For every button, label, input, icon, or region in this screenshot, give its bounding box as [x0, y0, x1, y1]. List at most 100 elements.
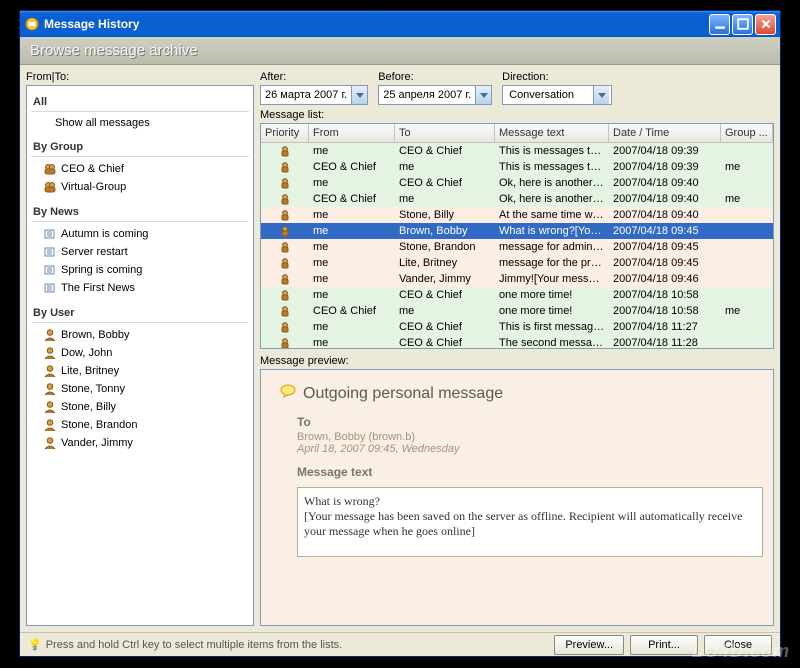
after-label: After:: [260, 71, 368, 83]
priority-icon: [261, 273, 309, 285]
user-icon: [43, 364, 57, 378]
titlebar[interactable]: Message History: [20, 11, 780, 37]
by-news-section: By News: [31, 202, 249, 222]
user-icon: [43, 400, 57, 414]
preview-pane: Outgoing personal message To Brown, Bobb…: [260, 369, 774, 626]
all-section[interactable]: All: [31, 92, 249, 112]
direction-label: Direction:: [502, 71, 612, 83]
from-to-tree[interactable]: All Show all messages By Group CEO & Chi…: [26, 85, 254, 626]
message-icon: [279, 382, 297, 405]
col-datetime[interactable]: Date / Time: [609, 124, 721, 142]
close-button[interactable]: [755, 14, 776, 35]
news-item[interactable]: Autumn is coming: [31, 225, 249, 243]
news-item[interactable]: The First News: [31, 279, 249, 297]
priority-icon: [261, 225, 309, 237]
news-item[interactable]: Spring is coming: [31, 261, 249, 279]
chevron-down-icon[interactable]: [351, 86, 367, 104]
priority-icon: [261, 193, 309, 205]
chevron-down-icon[interactable]: [593, 86, 609, 104]
user-icon: [43, 436, 57, 450]
priority-icon: [261, 289, 309, 301]
col-to[interactable]: To: [395, 124, 495, 142]
news-icon: [43, 227, 57, 241]
news-icon: [43, 245, 57, 259]
priority-icon: [261, 257, 309, 269]
user-item[interactable]: Stone, Brandon: [31, 416, 249, 434]
table-row[interactable]: CEO & Chiefmeone more time!2007/04/18 10…: [261, 303, 773, 319]
preview-label: Message preview:: [260, 355, 774, 367]
page-banner: Browse message archive: [20, 37, 780, 65]
col-from[interactable]: From: [309, 124, 395, 142]
table-row[interactable]: meCEO & ChiefThis is first message on gr…: [261, 319, 773, 335]
priority-icon: [261, 321, 309, 333]
priority-icon: [261, 209, 309, 221]
user-item[interactable]: Vander, Jimmy: [31, 434, 249, 452]
preview-body[interactable]: [297, 487, 763, 557]
col-group[interactable]: Group ...: [721, 124, 773, 142]
message-history-window: Message History Browse message archive F…: [19, 10, 781, 657]
preview-text-label: Message text: [297, 465, 755, 479]
table-row[interactable]: meCEO & ChiefOk, here is another text to…: [261, 175, 773, 191]
statusbar: 💡 Press and hold Ctrl key to select mult…: [20, 632, 780, 656]
user-item[interactable]: Stone, Billy: [31, 398, 249, 416]
table-row[interactable]: meLite, Britneymessage for the pretty gi…: [261, 255, 773, 271]
group-icon: [43, 162, 57, 176]
window-title: Message History: [44, 17, 709, 31]
preview-date: April 18, 2007 09:45, Wednesday: [297, 443, 755, 455]
grid-header[interactable]: Priority From To Message text Date / Tim…: [261, 124, 773, 143]
user-icon: [43, 346, 57, 360]
close-dialog-button[interactable]: Close: [704, 635, 772, 655]
right-panel: After: 26 марта 2007 г. Before: 25 апрел…: [260, 71, 774, 626]
user-item[interactable]: Brown, Bobby: [31, 326, 249, 344]
preview-button[interactable]: Preview...: [554, 635, 624, 655]
before-date-picker[interactable]: 25 апреля 2007 г.: [378, 85, 492, 105]
priority-icon: [261, 161, 309, 173]
preview-title: Outgoing personal message: [279, 382, 755, 405]
direction-select[interactable]: Conversation: [502, 85, 612, 105]
group-item[interactable]: Virtual-Group: [31, 178, 249, 196]
maximize-button[interactable]: [732, 14, 753, 35]
news-icon: [43, 281, 57, 295]
by-group-section: By Group: [31, 137, 249, 157]
status-tip: 💡 Press and hold Ctrl key to select mult…: [28, 638, 548, 651]
col-message[interactable]: Message text: [495, 124, 609, 142]
preview-to-label: To: [297, 415, 755, 429]
user-icon: [43, 382, 57, 396]
col-priority[interactable]: Priority: [261, 124, 309, 142]
group-item[interactable]: CEO & Chief: [31, 160, 249, 178]
table-row[interactable]: meCEO & ChiefThe second message. The pre…: [261, 335, 773, 349]
minimize-button[interactable]: [709, 14, 730, 35]
chevron-down-icon[interactable]: [475, 86, 491, 104]
table-row[interactable]: meVander, JimmyJimmy![Your message has b…: [261, 271, 773, 287]
priority-icon: [261, 337, 309, 349]
print-button[interactable]: Print...: [630, 635, 698, 655]
by-user-section: By User: [31, 303, 249, 323]
after-date-picker[interactable]: 26 марта 2007 г.: [260, 85, 368, 105]
from-to-label: From|To:: [26, 71, 254, 83]
table-row[interactable]: meStone, BillyAt the same time we have a…: [261, 207, 773, 223]
priority-icon: [261, 145, 309, 157]
before-label: Before:: [378, 71, 492, 83]
left-panel: From|To: All Show all messages By Group …: [26, 71, 254, 626]
table-row[interactable]: CEO & ChiefmeThis is messages to the gro…: [261, 159, 773, 175]
priority-icon: [261, 305, 309, 317]
table-row[interactable]: meStone, Brandonmessage for admin[Your m…: [261, 239, 773, 255]
message-list-label: Message list:: [260, 109, 774, 121]
table-row[interactable]: meCEO & ChiefThis is messages to the gro…: [261, 143, 773, 159]
user-item[interactable]: Lite, Britney: [31, 362, 249, 380]
user-icon: [43, 328, 57, 342]
priority-icon: [261, 241, 309, 253]
news-icon: [43, 263, 57, 277]
app-icon: [24, 16, 40, 32]
news-item[interactable]: Server restart: [31, 243, 249, 261]
priority-icon: [261, 177, 309, 189]
user-item[interactable]: Stone, Tonny: [31, 380, 249, 398]
show-all-messages[interactable]: Show all messages: [31, 115, 249, 131]
table-row[interactable]: meCEO & Chiefone more time!2007/04/18 10…: [261, 287, 773, 303]
user-item[interactable]: Dow, John: [31, 344, 249, 362]
table-row[interactable]: meBrown, BobbyWhat is wrong?[Your messag…: [261, 223, 773, 239]
lightbulb-icon: 💡: [28, 638, 42, 651]
table-row[interactable]: CEO & ChiefmeOk, here is another text to…: [261, 191, 773, 207]
user-icon: [43, 418, 57, 432]
message-list-grid[interactable]: Priority From To Message text Date / Tim…: [260, 123, 774, 349]
